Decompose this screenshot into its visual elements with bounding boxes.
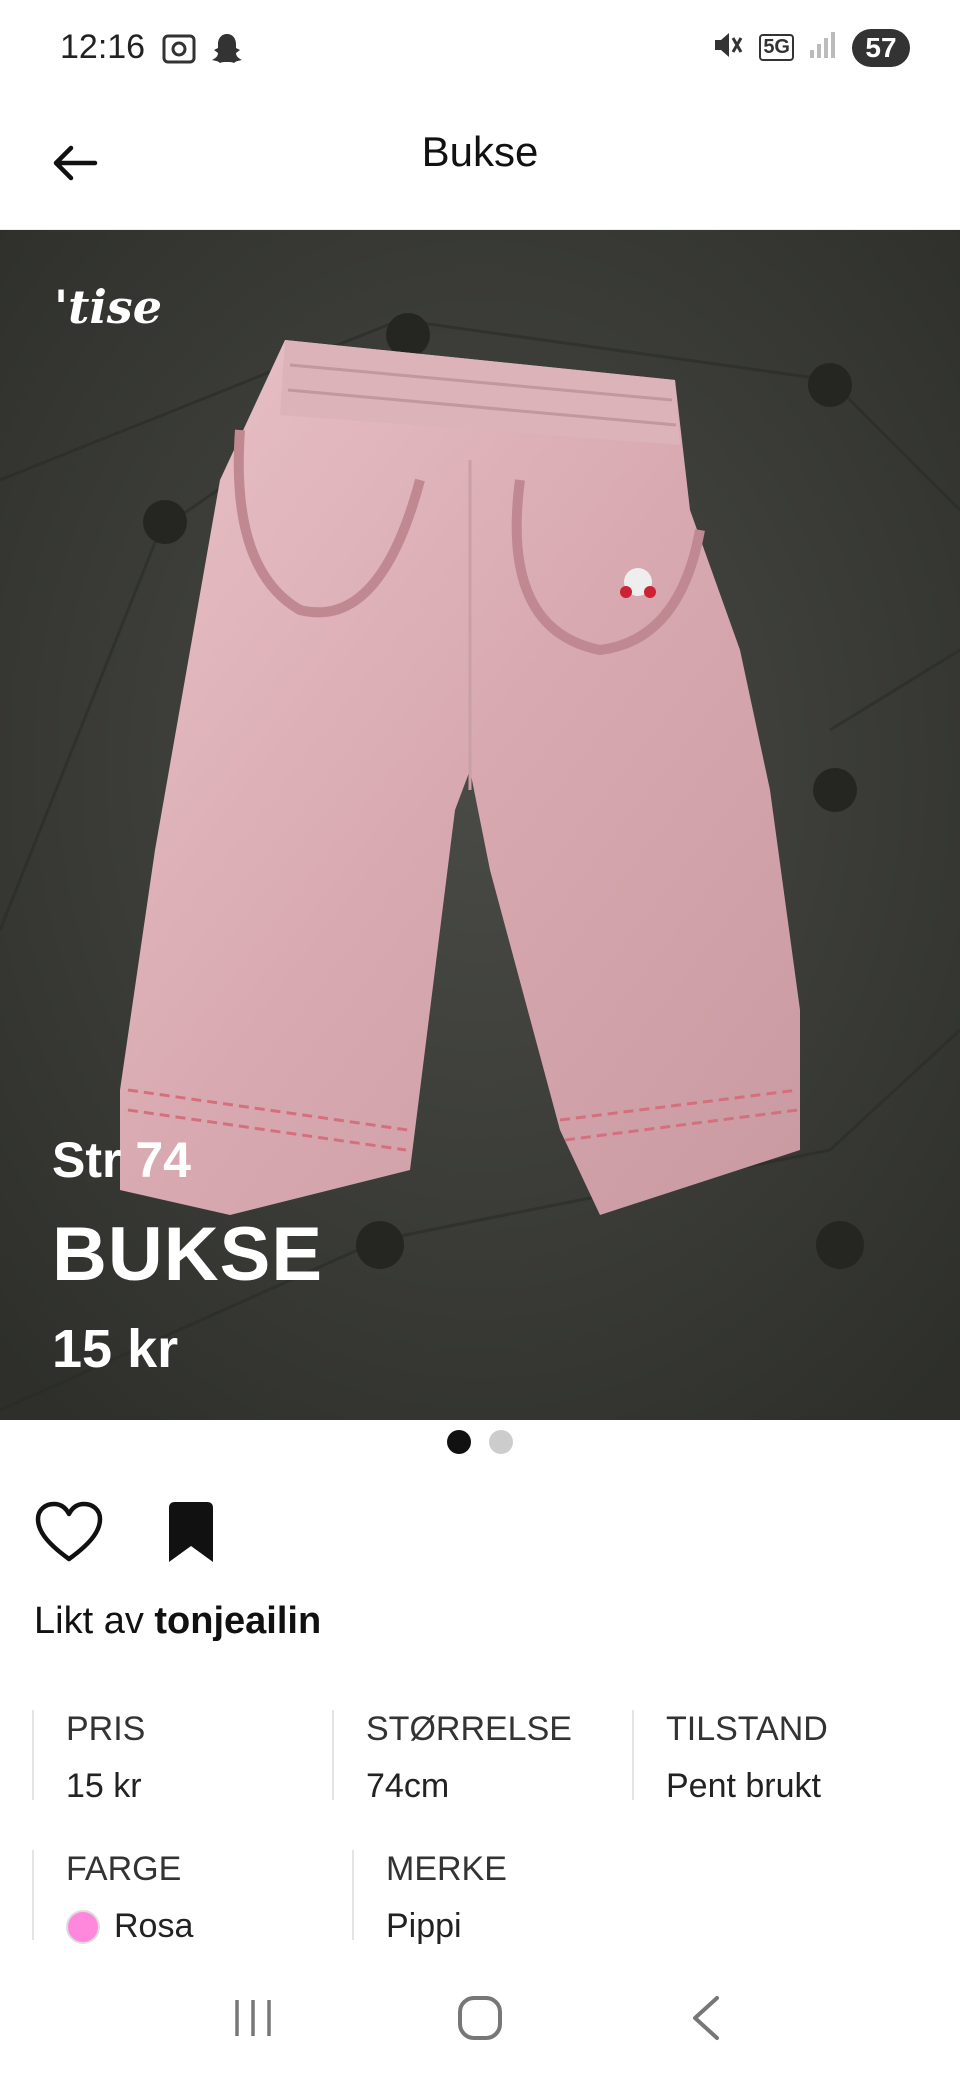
battery-icon: 57 [852,28,922,67]
status-bar: 12:16 5G 57 [0,0,960,100]
carousel-indicator [0,1430,960,1454]
caption-size: Str 74 [52,1132,191,1188]
save-button[interactable] [154,1498,228,1572]
tise-watermark: 'tise [54,280,162,334]
nav-back-button[interactable] [662,1980,752,2060]
5g-icon: 5G [759,34,794,61]
liked-by-text: Likt av tonjeailin [34,1600,321,1643]
home-icon [456,1994,504,2047]
detail-size-label: STØRRELSE [366,1710,572,1748]
detail-brand[interactable]: MERKE Pippi [352,1850,672,1945]
detail-condition-label: TILSTAND [666,1710,828,1748]
system-nav-bar [0,1960,960,2080]
snapchat-icon [208,30,246,73]
heart-icon [34,1501,104,1570]
screenshot-icon [160,30,198,73]
home-button[interactable] [435,1980,525,2060]
app-bar: Bukse [0,100,960,230]
recents-button[interactable] [208,1980,298,2060]
back-chevron-icon [687,1994,727,2047]
detail-color-label: FARGE [66,1850,182,1888]
details-row-1: PRIS 15 kr STØRRELSE 74cm TILSTAND Pent … [32,1710,932,1805]
carousel-dot[interactable] [489,1430,513,1454]
caption-price: 15 kr [52,1319,179,1379]
signal-icon [808,30,838,65]
image-caption: Str 74 BUKSE 15 kr [52,1131,323,1380]
detail-price-value: 15 kr [66,1767,142,1805]
product-image-carousel[interactable]: 'tise Str 74 BUKSE 15 kr [0,230,960,1420]
detail-color: FARGE Rosa [32,1850,352,1945]
detail-color-text: Rosa [114,1907,194,1945]
caption-title: BUKSE [52,1212,324,1297]
detail-price-label: PRIS [66,1710,146,1748]
liked-by-prefix: Likt av [34,1600,144,1642]
product-details: PRIS 15 kr STØRRELSE 74cm TILSTAND Pent … [32,1710,932,1990]
carousel-dot-active[interactable] [447,1430,471,1454]
detail-size: STØRRELSE 74cm [332,1710,632,1805]
status-time: 12:16 [60,28,146,66]
liked-by-user-link[interactable]: tonjeailin [154,1600,321,1642]
details-row-2: FARGE Rosa MERKE Pippi [32,1850,932,1945]
detail-condition-value: Pent brukt [666,1767,821,1805]
detail-size-value: 74cm [366,1767,450,1805]
recents-icon [231,1996,275,2045]
color-swatch [66,1909,100,1944]
action-bar [32,1498,228,1572]
detail-condition: TILSTAND Pent brukt [632,1710,932,1805]
detail-color-value: Rosa [66,1907,352,1946]
detail-brand-value[interactable]: Pippi [386,1907,672,1946]
mute-icon [711,28,745,67]
detail-brand-label: MERKE [386,1850,507,1888]
detail-price: PRIS 15 kr [32,1710,332,1805]
status-icons-right: 5G 57 [711,28,922,67]
page-title: Bukse [421,128,539,175]
bookmark-icon [163,1500,219,1571]
like-button[interactable] [32,1498,106,1572]
status-icons-left [160,30,246,73]
